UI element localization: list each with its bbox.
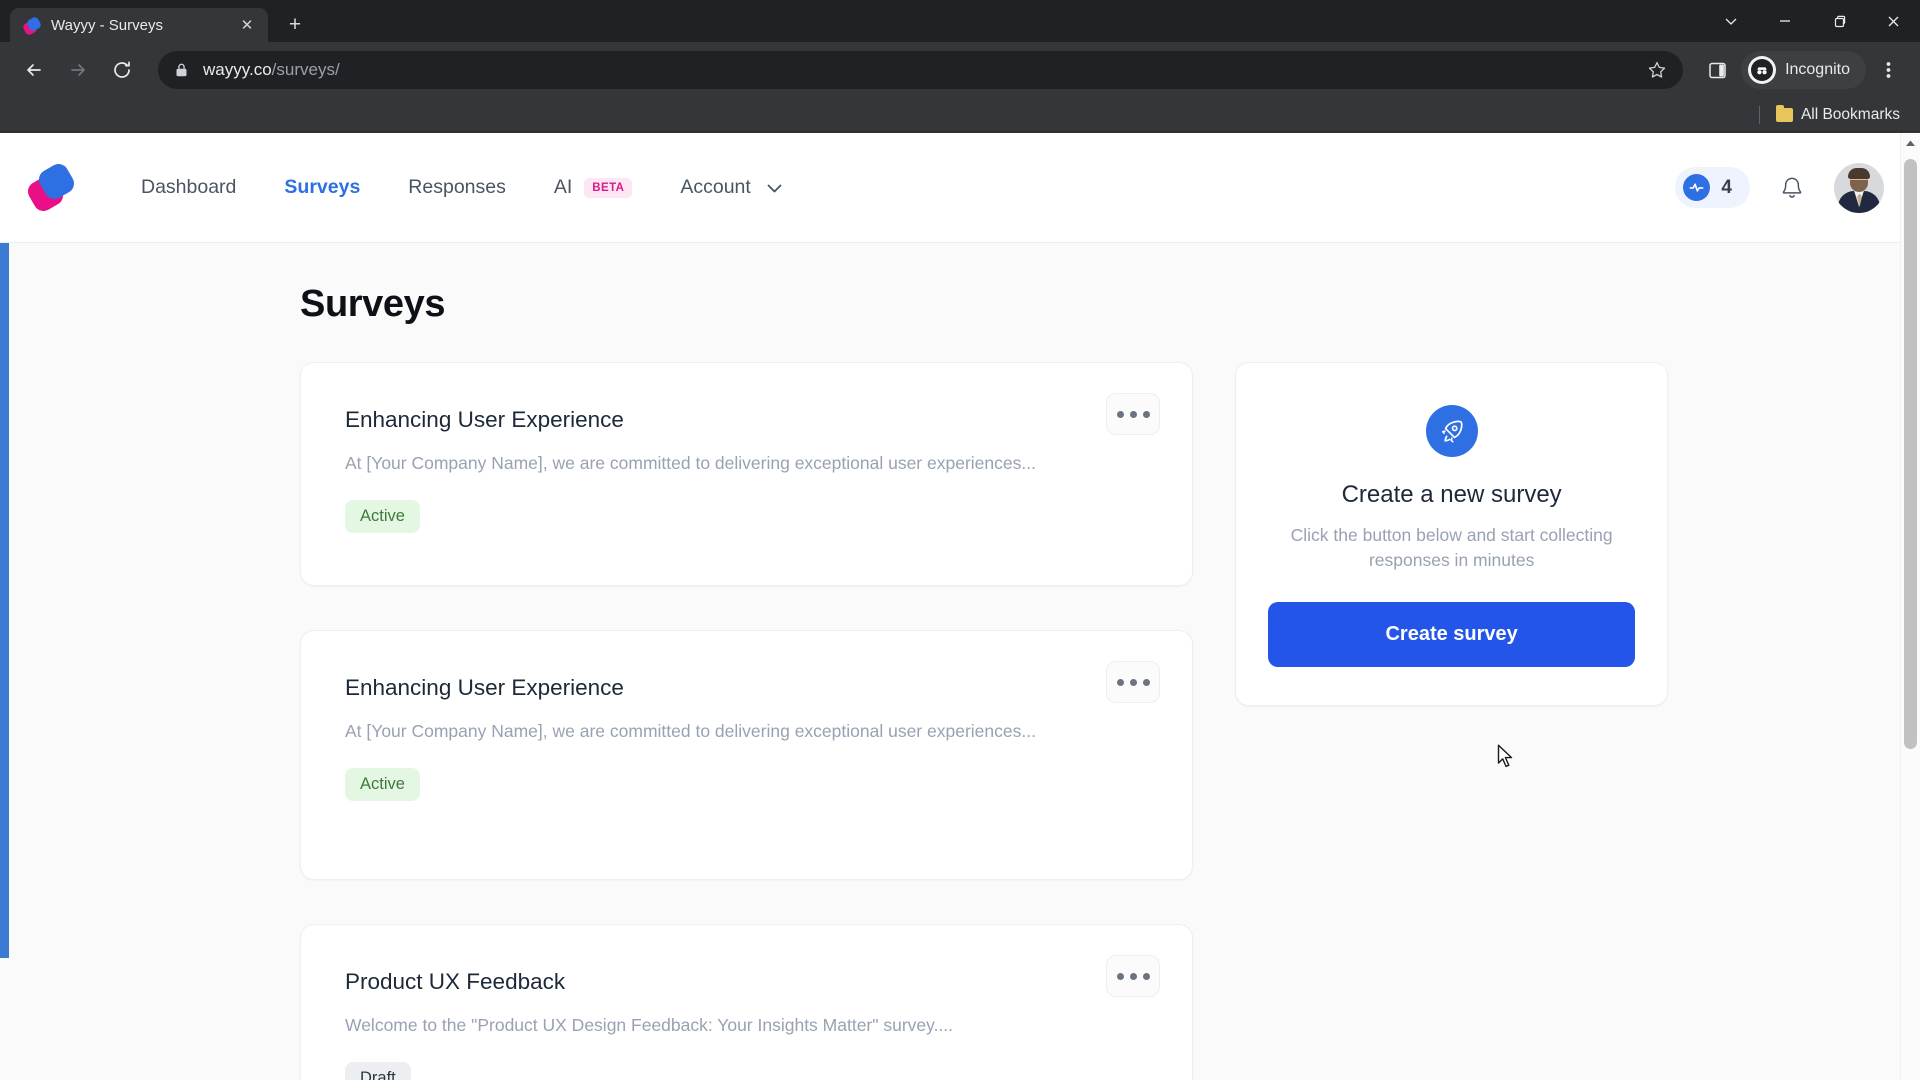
primary-nav: Dashboard Surveys Responses AI BETA Acco… [117,166,806,209]
more-options-icon[interactable] [1106,661,1161,703]
avatar[interactable] [1834,162,1884,213]
more-options-icon[interactable] [1106,393,1161,435]
survey-list: Enhancing User Experience At [Your Compa… [300,362,1194,1080]
bell-icon[interactable] [1776,172,1808,204]
status-badge: Active [345,500,420,533]
three-dot-menu-icon[interactable] [1870,50,1906,90]
page-viewport: Dashboard Surveys Responses AI BETA Acco… [0,133,1920,1080]
nav-item-responses[interactable]: Responses [384,166,530,209]
survey-title: Enhancing User Experience [345,407,624,432]
nav-item-account[interactable]: Account [656,166,806,209]
activity-score-value: 4 [1721,176,1732,198]
maximize-restore-icon[interactable] [1812,0,1866,42]
tab-strip: Wayyy - Surveys ✕ + [0,0,312,42]
nav-right-actions: 4 [1675,162,1884,213]
all-bookmarks-label: All Bookmarks [1800,105,1900,123]
all-bookmarks-button[interactable]: All Bookmarks [1770,104,1906,124]
url-path: /surveys/ [271,60,340,79]
lock-icon [174,62,189,78]
browser-toolbar: wayyy.co/surveys/ Incognito [0,42,1920,98]
page-content: Surveys Enhancing User Experience At [Yo… [0,243,1920,1080]
star-icon[interactable] [1641,54,1673,86]
scrollbar-thumb[interactable] [1904,159,1917,749]
reload-button[interactable] [102,50,142,90]
survey-description: Welcome to the "Product UX Design Feedba… [345,1015,954,1035]
create-panel-title: Create a new survey [1341,481,1562,508]
profile-incognito-button[interactable]: Incognito [1741,51,1866,89]
chevron-down-icon[interactable] [1704,0,1758,42]
tab-title: Wayyy - Surveys [51,16,163,34]
address-bar[interactable]: wayyy.co/surveys/ [158,51,1684,89]
create-panel-subtitle: Click the button below and start collect… [1290,525,1613,571]
close-tab-icon[interactable]: ✕ [236,14,258,36]
survey-card[interactable]: Enhancing User Experience At [Your Compa… [300,630,1194,880]
window-controls [1704,0,1920,42]
survey-card[interactable]: Enhancing User Experience At [Your Compa… [300,362,1194,586]
divider [1758,105,1760,124]
nav-item-account-label: Account [680,176,751,198]
bookmarks-bar: All Bookmarks [0,98,1920,132]
new-tab-button[interactable]: + [278,7,312,41]
scrollbar-track[interactable] [1901,153,1920,1080]
browser-tab[interactable]: Wayyy - Surveys ✕ [10,8,268,42]
browser-titlebar: Wayyy - Surveys ✕ + [0,0,1920,42]
nav-item-ai[interactable]: AI BETA [530,166,657,209]
wayyy-logo[interactable] [24,160,78,215]
wayyy-logo-icon [21,15,43,36]
forward-button [58,50,98,90]
app-navbar: Dashboard Surveys Responses AI BETA Acco… [0,133,1920,243]
close-window-icon[interactable] [1866,0,1920,42]
scroll-up-arrow-icon[interactable] [1901,133,1920,153]
create-survey-panel-column: Create a new survey Click the button bel… [1235,362,1668,1080]
create-survey-button[interactable]: Create survey [1268,601,1635,667]
chevron-down-icon [767,176,782,199]
nav-item-ai-label: AI [553,176,573,198]
page-focus-indicator [0,243,9,958]
create-survey-panel: Create a new survey Click the button bel… [1235,362,1668,706]
rocket-icon [1425,405,1478,457]
status-badge: Active [345,768,420,801]
survey-title: Enhancing User Experience [345,675,624,700]
more-options-icon[interactable] [1106,955,1161,997]
survey-card[interactable]: Product UX Feedback Welcome to the "Prod… [300,924,1194,1080]
status-badge: Draft [345,1062,411,1080]
mouse-cursor [1497,744,1517,777]
url-text: wayyy.co/surveys/ [203,60,340,80]
survey-description: At [Your Company Name], we are committed… [345,453,1036,473]
folder-icon [1775,104,1793,122]
browser-window: Wayyy - Surveys ✕ + wayyy.co/surveys/ In… [0,0,1920,1080]
survey-description: At [Your Company Name], we are committed… [345,721,1036,741]
page-title: Surveys [300,283,446,325]
survey-title: Product UX Feedback [345,969,566,994]
profile-label: Incognito [1785,61,1850,78]
url-host: wayyy.co [203,60,272,79]
activity-pulse-icon [1683,174,1711,201]
page-scrollbar[interactable] [1900,133,1920,1080]
activity-score-badge[interactable]: 4 [1675,167,1750,208]
nav-item-dashboard[interactable]: Dashboard [117,166,260,209]
nav-item-surveys[interactable]: Surveys [260,166,384,209]
incognito-icon [1748,56,1777,84]
side-panel-icon[interactable] [1697,50,1737,90]
beta-badge: BETA [584,177,633,198]
minimize-icon[interactable] [1758,0,1812,42]
back-button[interactable] [14,50,54,90]
